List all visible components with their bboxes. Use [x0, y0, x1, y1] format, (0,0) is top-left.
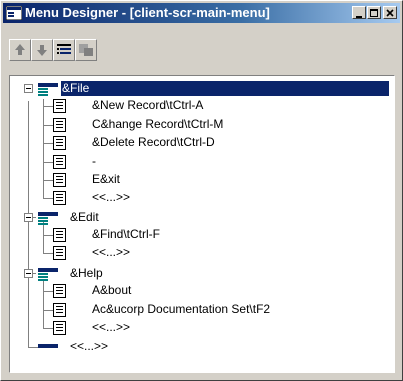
minimize-button[interactable]: [352, 6, 366, 19]
properties-button[interactable]: [53, 39, 75, 61]
tree-item-new-record[interactable]: &New Record\tCtrl-A: [92, 98, 203, 113]
menu-item-icon: [53, 118, 66, 132]
menu-item-icon: [53, 173, 66, 187]
tree-item-documentation[interactable]: Ac&ucorp Documentation Set\tF2: [92, 302, 270, 317]
tree-item-file-placeholder[interactable]: <<...>>: [92, 190, 130, 205]
move-down-button[interactable]: [31, 39, 53, 61]
tree-item-delete-record[interactable]: &Delete Record\tCtrl-D: [92, 135, 215, 150]
window-title: Menu Designer - [client-scr-main-menu]: [25, 5, 270, 20]
menu-tree[interactable]: &File &New Record\tCtrl-A C&hange Record…: [9, 75, 395, 373]
tree-item-edit-placeholder[interactable]: <<...>>: [92, 245, 130, 260]
close-button[interactable]: [383, 6, 397, 19]
minimize-icon: [356, 16, 362, 18]
menu-icon: [38, 212, 58, 225]
menu-item-icon: [53, 246, 66, 260]
tree-item-about[interactable]: A&bout: [92, 283, 131, 298]
tree-item-help-placeholder[interactable]: <<...>>: [92, 320, 130, 335]
tree-item-separator[interactable]: -: [92, 154, 96, 169]
menu-item-icon: [53, 228, 66, 242]
collapse-file-toggle[interactable]: [24, 84, 33, 93]
collapse-edit-toggle[interactable]: [24, 213, 33, 222]
menu-item-icon: [53, 284, 66, 298]
maximize-icon: [370, 9, 378, 17]
menu-item-icon: [53, 191, 66, 205]
tree-item-exit[interactable]: E&xit: [92, 172, 120, 187]
menu-icon: [38, 83, 58, 96]
tree-item-find[interactable]: &Find\tCtrl-F: [92, 227, 160, 242]
menu-item-icon: [53, 303, 66, 317]
menu-item-icon: [53, 99, 66, 113]
tree-node-file[interactable]: &File: [61, 81, 389, 96]
menu-bar-icon: [38, 344, 58, 348]
tree-item-change-record[interactable]: C&hange Record\tCtrl-M: [92, 117, 223, 132]
menu-item-icon: [53, 321, 66, 335]
move-up-button[interactable]: [9, 39, 31, 61]
maximize-button[interactable]: [367, 6, 381, 19]
arrow-down-icon: [37, 45, 47, 56]
menu-icon: [38, 268, 58, 281]
collapse-help-toggle[interactable]: [24, 269, 33, 278]
title-bar[interactable]: Menu Designer - [client-scr-main-menu]: [3, 3, 400, 23]
tree-node-edit[interactable]: &Edit: [70, 210, 99, 225]
tree-node-help[interactable]: &Help: [70, 266, 103, 281]
close-icon: [386, 9, 394, 17]
insert-menu-icon: [79, 44, 93, 56]
menu-designer-app-icon: [6, 6, 22, 20]
arrow-up-icon: [15, 44, 25, 55]
menu-designer-window: Menu Designer - [client-scr-main-menu] &…: [0, 0, 403, 381]
insert-menu-button[interactable]: [75, 39, 97, 61]
menu-item-icon: [53, 136, 66, 150]
menu-item-icon: [53, 155, 66, 169]
tree-root-placeholder[interactable]: <<...>>: [70, 339, 108, 354]
list-properties-icon: [57, 44, 71, 54]
